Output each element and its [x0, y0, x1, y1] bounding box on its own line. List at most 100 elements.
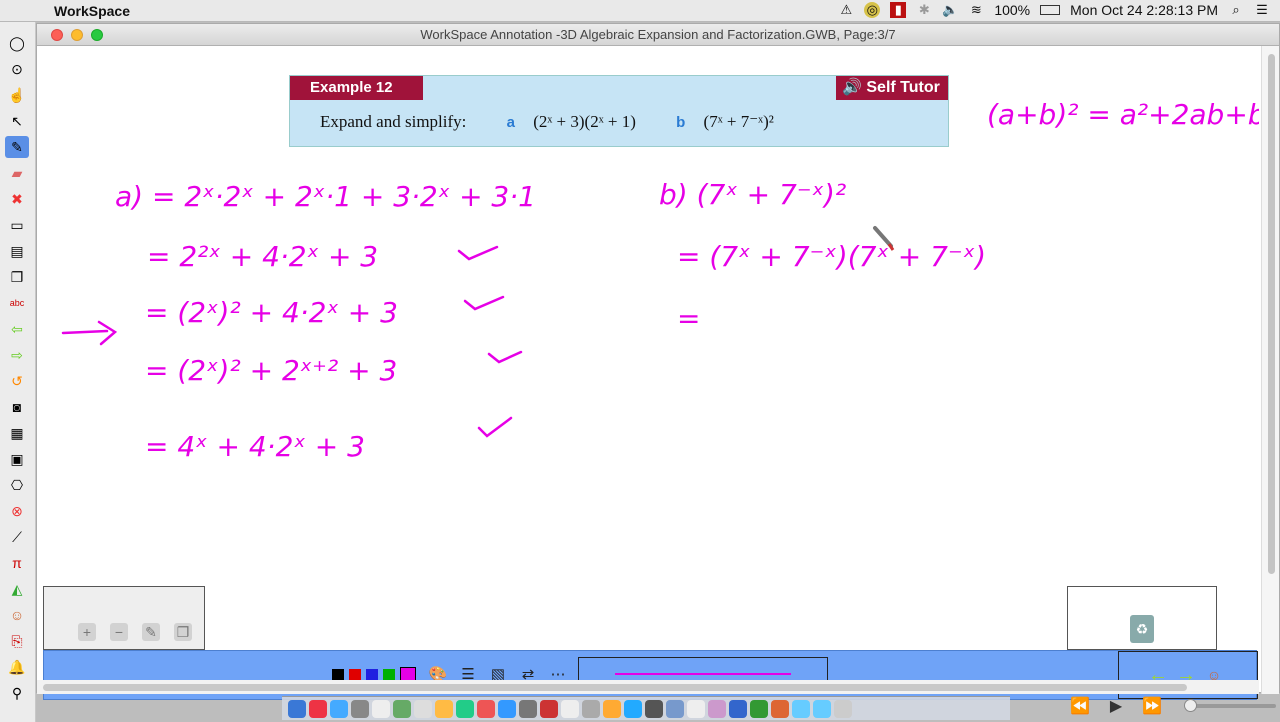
play-icon[interactable]: ▶	[1110, 696, 1122, 716]
powerpoint-icon[interactable]	[771, 700, 789, 718]
ruler-icon[interactable]: ⟋	[5, 526, 29, 548]
terminal-icon[interactable]	[645, 700, 663, 718]
select-arrow-icon[interactable]: ↖	[5, 110, 29, 132]
circle-tool-icon[interactable]: ◯	[5, 32, 29, 54]
clear-icon[interactable]: ✖	[5, 188, 29, 210]
playback-slider[interactable]	[1184, 699, 1276, 712]
camera-icon[interactable]: ⎔	[5, 474, 29, 496]
b-line-2: = (7ˣ + 7⁻ˣ)(7ˣ + 7⁻ˣ)	[677, 240, 986, 273]
close-window-button[interactable]	[51, 29, 63, 41]
close-circle-icon[interactable]: ⊗	[5, 500, 29, 522]
playback-slider-knob[interactable]	[1184, 699, 1197, 712]
notification-list-icon[interactable]: ☰	[1254, 2, 1270, 18]
finder-icon[interactable]	[288, 700, 306, 718]
b-line-3: =	[677, 302, 700, 335]
fast-forward-icon[interactable]: ⏩	[1142, 696, 1162, 716]
window-title: WorkSpace Annotation -3D Algebraic Expan…	[420, 27, 896, 42]
text-app-icon[interactable]	[561, 700, 579, 718]
identity-formula: (a+b)² = a²+2ab+b²	[987, 98, 1259, 131]
rewind-icon[interactable]: ⏪	[1070, 696, 1090, 716]
minimize-window-button[interactable]	[71, 29, 83, 41]
shapes-icon[interactable]: ◭	[5, 578, 29, 600]
media-controls: ⏪ ▶ ⏩	[1070, 696, 1162, 716]
horizontal-scroll-thumb[interactable]	[43, 684, 1187, 691]
horizontal-scrollbar[interactable]	[37, 680, 1259, 694]
battery-icon[interactable]	[1040, 5, 1061, 15]
duplicate-page-icon[interactable]: ❐	[5, 266, 29, 288]
word-icon[interactable]	[729, 700, 747, 718]
remove-page-icon[interactable]: −	[110, 623, 128, 641]
eraser-icon[interactable]: ▰	[5, 162, 29, 184]
back-arrow-icon[interactable]: ⇦	[5, 318, 29, 340]
maps-icon[interactable]	[393, 700, 411, 718]
hand-tool-icon[interactable]: ☝	[5, 84, 29, 106]
printer-icon[interactable]	[582, 700, 600, 718]
document-icon[interactable]	[687, 700, 705, 718]
app-store-icon[interactable]	[498, 700, 516, 718]
forward-arrow-icon[interactable]: ⇨	[5, 344, 29, 366]
pen-tool-icon[interactable]: ✎	[5, 136, 29, 158]
camera-capture-icon[interactable]: ◙	[5, 396, 29, 418]
check-mark	[463, 295, 505, 311]
page-icon[interactable]: ▤	[5, 240, 29, 262]
pointer-arrow-head	[97, 320, 118, 346]
math-tool-icon[interactable]: π	[5, 552, 29, 574]
downloads-folder-icon[interactable]	[813, 700, 831, 718]
annotation-canvas[interactable]: Example 12 🔊 Self Tutor Expand and simpl…	[37, 46, 1259, 700]
spotlight-search-icon[interactable]: ⌕	[1228, 2, 1244, 18]
a-line-1: a) = 2ˣ·2ˣ + 2ˣ·1 + 3·2ˣ + 3·1	[115, 180, 536, 213]
zoom-window-button[interactable]	[91, 29, 103, 41]
chrome-icon[interactable]	[309, 700, 327, 718]
excel-icon[interactable]	[750, 700, 768, 718]
circle-arrow-tool-icon[interactable]: ⊙	[5, 58, 29, 80]
photos-icon[interactable]	[435, 700, 453, 718]
safari-icon[interactable]	[330, 700, 348, 718]
folder-icon[interactable]	[792, 700, 810, 718]
workspace-app-icon[interactable]	[708, 700, 726, 718]
magnifier-icon[interactable]: ⚲	[5, 682, 29, 704]
calendar-icon[interactable]	[414, 700, 432, 718]
save-icon[interactable]: ▣	[5, 448, 29, 470]
bell-icon[interactable]: 🔔	[5, 656, 29, 678]
app-menu[interactable]: WorkSpace	[54, 3, 130, 19]
check-mark	[457, 245, 499, 261]
recycle-bin-icon[interactable]: ♻	[1130, 615, 1154, 643]
spreadsheet-icon[interactable]: ▦	[5, 422, 29, 444]
app-status-icon[interactable]: ◎	[864, 2, 881, 18]
pdf-app-icon[interactable]	[540, 700, 558, 718]
dock	[282, 696, 1010, 720]
a-line-4: = (2ˣ)² + 2ˣ⁺² + 3	[145, 354, 397, 387]
user-icon[interactable]: ☺	[5, 604, 29, 626]
undo-icon[interactable]: ↺	[5, 370, 29, 392]
a-line-5: = 4ˣ + 4·2ˣ + 3	[145, 430, 365, 463]
clock[interactable]: Mon Oct 24 2:28:13 PM	[1070, 2, 1218, 18]
recording-icon[interactable]: ▮	[890, 2, 907, 18]
title-bar[interactable]: WorkSpace Annotation -3D Algebraic Expan…	[37, 24, 1279, 46]
volume-icon[interactable]: 🔈	[942, 2, 958, 18]
a-line-2: = 2²ˣ + 4·2ˣ + 3	[147, 240, 378, 273]
bluetooth-icon[interactable]: ✱	[916, 2, 932, 18]
battery-percent: 100%	[994, 2, 1031, 18]
pdf-icon[interactable]: ⎘	[5, 630, 29, 652]
add-page-icon[interactable]: +	[78, 623, 96, 641]
blank-page-icon[interactable]: ▭	[5, 214, 29, 236]
line-preview-stroke	[615, 673, 791, 675]
edit-page-icon[interactable]: ✎	[142, 623, 160, 641]
text-tool-icon[interactable]: abc	[5, 292, 29, 314]
skype-icon[interactable]	[624, 700, 642, 718]
system-preferences-icon[interactable]	[519, 700, 537, 718]
wifi-icon[interactable]: ≋	[968, 2, 984, 18]
itunes-icon[interactable]	[477, 700, 495, 718]
launchpad-icon[interactable]	[351, 700, 369, 718]
vlc-icon[interactable]	[603, 700, 621, 718]
check-mark	[477, 416, 513, 438]
vertical-scroll-thumb[interactable]	[1268, 54, 1275, 574]
a-line-3: = (2ˣ)² + 4·2ˣ + 3	[145, 296, 398, 329]
notes-icon[interactable]	[372, 700, 390, 718]
vertical-scrollbar[interactable]	[1261, 46, 1279, 694]
warning-icon[interactable]: ⚠	[838, 2, 854, 18]
copy-page-icon[interactable]: ❐	[174, 623, 192, 641]
preview-icon[interactable]	[666, 700, 684, 718]
trash-icon[interactable]	[834, 700, 852, 718]
messages-icon[interactable]	[456, 700, 474, 718]
